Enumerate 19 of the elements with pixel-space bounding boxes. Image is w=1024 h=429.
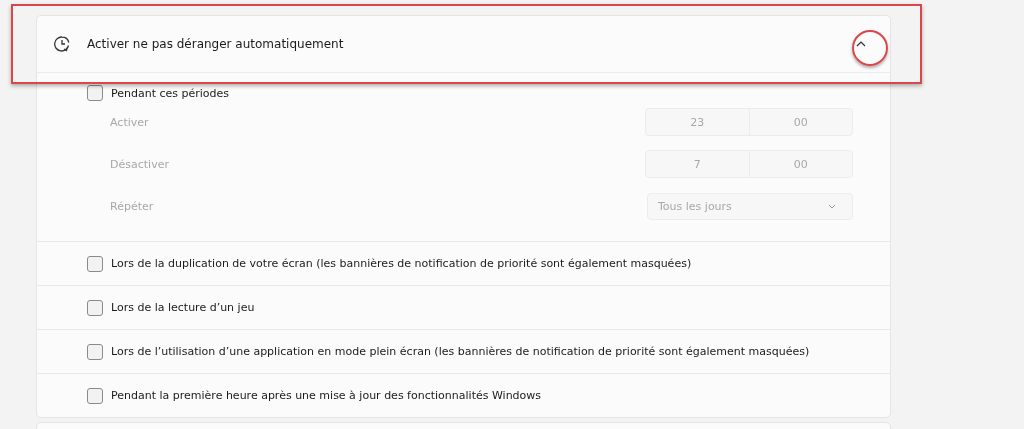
highlight-circle xyxy=(852,30,888,66)
checkbox-label: Lors de la lecture d’un jeu xyxy=(111,301,255,314)
checkbox[interactable] xyxy=(87,343,103,360)
checkbox-label: Pendant la première heure après une mise à jour des fonctionnalités Windows xyxy=(111,389,542,402)
checkbox[interactable] xyxy=(87,85,103,101)
chevron-icon xyxy=(856,41,866,47)
checkbox-label: Lors de l’utilisation d’une application en mode plein écran (les bannières de notification de priorité sont également masquées) xyxy=(111,345,810,358)
checkbox[interactable] xyxy=(87,387,103,404)
setting-label: Activer xyxy=(110,115,149,129)
clock-icon xyxy=(53,35,71,53)
setting-label: Désactiver xyxy=(110,157,169,171)
section-header[interactable]: Activer ne pas déranger automatiquement xyxy=(37,16,890,73)
checkbox-label: Lors de la duplication de votre écran (les bannières de notification de priorité sont également masquées) xyxy=(111,257,692,270)
checkbox[interactable] xyxy=(87,255,103,272)
setting-label: Répéter xyxy=(110,199,154,213)
section-title: Activer ne pas déranger automatiquement xyxy=(87,37,345,51)
checkbox-label: Pendant ces périodes xyxy=(111,86,230,100)
checkbox[interactable] xyxy=(87,299,103,316)
chevron-down-icon xyxy=(828,203,836,209)
